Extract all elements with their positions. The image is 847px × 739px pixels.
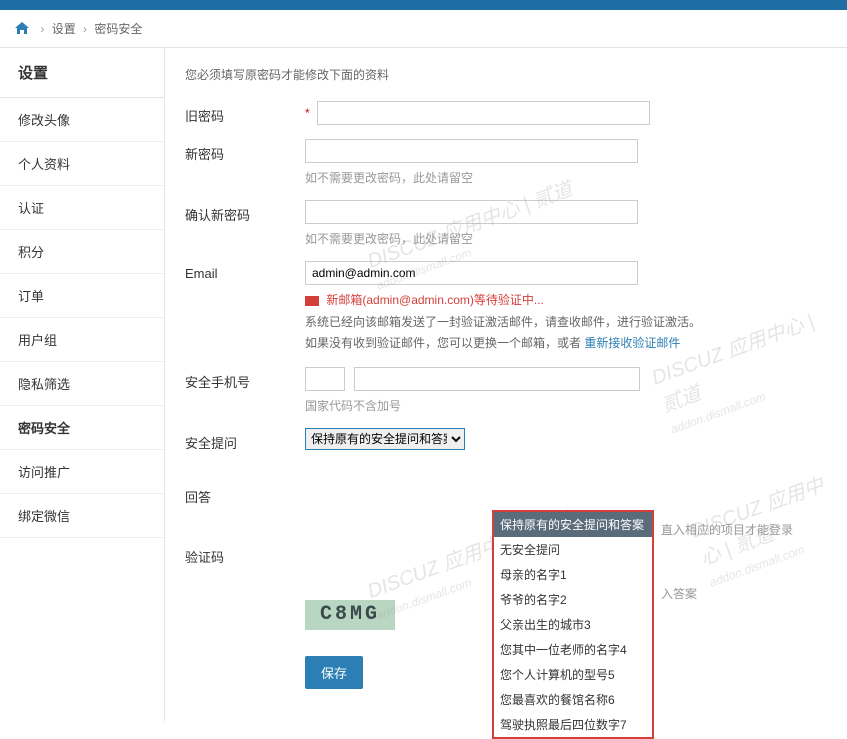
sidebar-item-label: 积分 — [18, 245, 44, 260]
dropdown-option-none[interactable]: 无安全提问 — [494, 537, 652, 562]
breadcrumb-sep: › — [83, 22, 87, 36]
sidebar-title: 设置 — [0, 48, 164, 98]
row-answer: 回答 — [185, 482, 827, 506]
label-confirm-password: 确认新密码 — [185, 200, 305, 224]
security-question-select[interactable]: 保持原有的安全提问和答案 — [305, 428, 465, 450]
email-verify-desc2-prefix: 如果没有收到验证邮件，您可以更换一个邮箱，或者 — [305, 336, 584, 350]
container: 设置 修改头像 个人资料 认证 积分 订单 用户组 隐私筛选 密码安全 访问推广… — [0, 48, 847, 721]
captcha-image[interactable]: C8MG — [305, 600, 395, 630]
required-marker: * — [305, 106, 310, 120]
dropdown-option-6[interactable]: 您最喜欢的餐馆名称6 — [494, 687, 652, 712]
hint-confirm-password: 如不需要更改密码，此处请留空 — [305, 230, 827, 247]
sidebar-item-profile[interactable]: 个人资料 — [0, 142, 164, 186]
answer-side-hint: 入答案 — [661, 585, 697, 602]
sidebar-item-verify[interactable]: 认证 — [0, 186, 164, 230]
email-verify-desc: 系统已经向该邮箱发送了一封验证激活邮件，请查收邮件，进行验证激活。 如果没有收到… — [305, 312, 827, 353]
label-captcha: 验证码 — [185, 542, 305, 566]
phone-number-input[interactable] — [354, 367, 640, 391]
row-confirm-password: 确认新密码 如不需要更改密码，此处请留空 — [185, 200, 827, 247]
label-answer: 回答 — [185, 482, 305, 506]
breadcrumb: › 设置 › 密码安全 — [0, 10, 847, 48]
sidebar-item-label: 用户组 — [18, 333, 57, 348]
sidebar-item-usergroup[interactable]: 用户组 — [0, 318, 164, 362]
row-new-password: 新密码 如不需要更改密码，此处请留空 — [185, 139, 827, 186]
sidebar-item-label: 密码安全 — [18, 421, 70, 436]
sidebar-item-label: 修改头像 — [18, 113, 70, 128]
form-hint: 您必须填写原密码才能修改下面的资料 — [185, 66, 827, 83]
breadcrumb-item-settings[interactable]: 设置 — [52, 22, 76, 36]
sidebar-item-label: 访问推广 — [18, 465, 70, 480]
row-question: 安全提问 保持原有的安全提问和答案 — [185, 428, 827, 452]
label-phone: 安全手机号 — [185, 367, 305, 391]
email-input[interactable] — [305, 261, 638, 285]
sidebar-item-orders[interactable]: 订单 — [0, 274, 164, 318]
email-verify-desc1: 系统已经向该邮箱发送了一封验证激活邮件，请查收邮件，进行验证激活。 — [305, 315, 701, 329]
label-question: 安全提问 — [185, 428, 305, 452]
breadcrumb-item-password: 密码安全 — [94, 22, 142, 36]
row-email: Email 新邮箱(admin@admin.com)等待验证中... 系统已经向… — [185, 261, 827, 353]
new-password-input[interactable] — [305, 139, 638, 163]
home-icon[interactable] — [15, 22, 29, 37]
label-email: Email — [185, 261, 305, 281]
sidebar-item-password[interactable]: 密码安全 — [0, 406, 164, 450]
sidebar-item-privacy[interactable]: 隐私筛选 — [0, 362, 164, 406]
old-password-input[interactable] — [317, 101, 650, 125]
save-button[interactable]: 保存 — [305, 656, 363, 689]
dropdown-option-7[interactable]: 驾驶执照最后四位数字7 — [494, 712, 652, 737]
row-phone: 安全手机号 国家代码不含加号 — [185, 367, 827, 414]
label-old-password: 旧密码 — [185, 101, 305, 125]
sidebar-item-label: 订单 — [18, 289, 44, 304]
phone-country-input[interactable] — [305, 367, 345, 391]
sidebar-item-label: 绑定微信 — [18, 509, 70, 524]
dropdown-option-3[interactable]: 父亲出生的城市3 — [494, 612, 652, 637]
confirm-password-input[interactable] — [305, 200, 638, 224]
hint-phone: 国家代码不含加号 — [305, 397, 827, 414]
dropdown-option-4[interactable]: 您其中一位老师的名字4 — [494, 637, 652, 662]
security-question-dropdown: 保持原有的安全提问和答案 无安全提问 母亲的名字1 爷爷的名字2 父亲出生的城市… — [492, 510, 654, 739]
main-content: 您必须填写原密码才能修改下面的资料 旧密码 * 新密码 如不需要更改密码，此处请… — [165, 48, 847, 721]
dropdown-option-5[interactable]: 您个人计算机的型号5 — [494, 662, 652, 687]
dropdown-option-2[interactable]: 爷爷的名字2 — [494, 587, 652, 612]
sidebar: 设置 修改头像 个人资料 认证 积分 订单 用户组 隐私筛选 密码安全 访问推广… — [0, 48, 165, 721]
email-verify-text: 新邮箱(admin@admin.com)等待验证中... — [326, 293, 544, 307]
sidebar-item-promote[interactable]: 访问推广 — [0, 450, 164, 494]
dropdown-option-1[interactable]: 母亲的名字1 — [494, 562, 652, 587]
breadcrumb-sep: › — [40, 22, 44, 36]
sidebar-item-wechat[interactable]: 绑定微信 — [0, 494, 164, 538]
email-verify-block: 新邮箱(admin@admin.com)等待验证中... 系统已经向该邮箱发送了… — [305, 291, 827, 353]
label-new-password: 新密码 — [185, 139, 305, 163]
sidebar-item-avatar[interactable]: 修改头像 — [0, 98, 164, 142]
dropdown-option-keep[interactable]: 保持原有的安全提问和答案 — [494, 512, 652, 537]
question-side-hint: 直入相应的项目才能登录 — [661, 521, 793, 538]
row-old-password: 旧密码 * — [185, 101, 827, 125]
sidebar-item-label: 隐私筛选 — [18, 377, 70, 392]
sidebar-item-label: 个人资料 — [18, 157, 70, 172]
sidebar-item-label: 认证 — [18, 201, 44, 216]
hint-new-password: 如不需要更改密码，此处请留空 — [305, 169, 827, 186]
resend-email-link[interactable]: 重新接收验证邮件 — [584, 336, 680, 350]
mail-icon — [305, 296, 319, 306]
sidebar-item-points[interactable]: 积分 — [0, 230, 164, 274]
topbar — [0, 0, 847, 10]
